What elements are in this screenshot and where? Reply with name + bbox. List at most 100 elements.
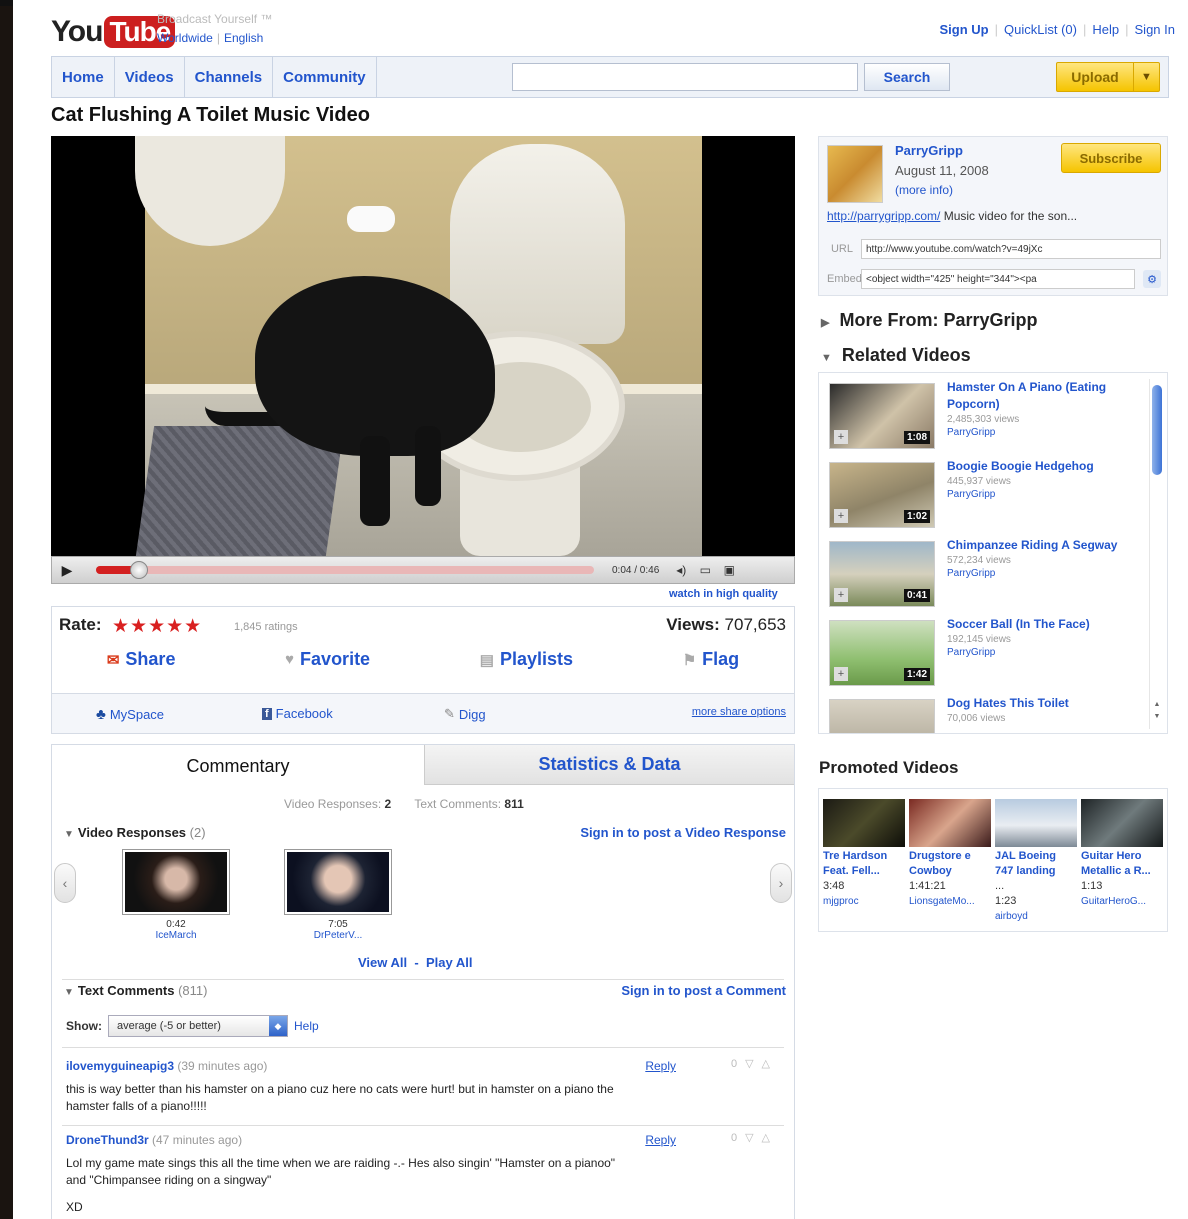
related-thumbnail[interactable] [829, 699, 935, 733]
search-button[interactable]: Search [864, 63, 950, 91]
scroll-up-icon[interactable]: ▲ [1152, 701, 1162, 708]
view-all-link[interactable]: View All [358, 955, 407, 970]
scrollbar-thumb[interactable] [1152, 385, 1162, 475]
add-icon[interactable]: + [834, 509, 848, 523]
nav-tab-channels[interactable]: Channels [185, 57, 274, 97]
share-button[interactable]: ✉ Share [107, 649, 176, 670]
related-video-user[interactable]: ParryGripp [947, 646, 1147, 659]
promoted-title-line1[interactable]: Drugstore e [909, 849, 991, 864]
flag-button[interactable]: ⚑ Flag [683, 649, 739, 670]
nav-tab-community[interactable]: Community [273, 57, 376, 97]
reply-link[interactable]: Reply [645, 1059, 676, 1073]
comment-author[interactable]: ilovemyguineapig3 [66, 1059, 174, 1073]
quicklist-link[interactable]: QuickList (0) [1004, 22, 1077, 37]
digg-share[interactable]: ✎ Digg [444, 706, 486, 722]
embed-input[interactable]: <object width="425" height="344"><pa [861, 269, 1135, 289]
promoted-title-line2[interactable]: Feat. Fell... [823, 864, 905, 879]
related-video-item[interactable]: Dog Hates This Toilet 70,006 views [829, 695, 1149, 733]
related-video-title[interactable]: Soccer Ball (In The Face) [947, 617, 1090, 631]
post-comment-link[interactable]: Sign in to post a Comment [621, 983, 786, 998]
related-video-item[interactable]: +0:41 Chimpanzee Riding A Segway 572,234 … [829, 537, 1149, 609]
related-video-user[interactable]: ParryGripp [947, 567, 1147, 580]
related-video-item[interactable]: +1:42 Soccer Ball (In The Face) 192,145 v… [829, 616, 1149, 688]
comment-filter-select[interactable]: average (-5 or better) ◆ [108, 1015, 288, 1037]
high-quality-link[interactable]: watch in high quality [669, 588, 778, 600]
url-input[interactable]: http://www.youtube.com/watch?v=49jXc [861, 239, 1161, 259]
related-video-title[interactable]: Hamster On A Piano (Eating Popcorn) [947, 380, 1106, 411]
related-video-item[interactable]: +1:08 Hamster On A Piano (Eating Popcorn… [829, 379, 1149, 451]
sign-in-link[interactable]: Sign In [1135, 22, 1175, 37]
related-video-title[interactable]: Dog Hates This Toilet [947, 696, 1069, 710]
thumbs-down-icon[interactable]: ▽ [745, 1057, 753, 1070]
promoted-user[interactable]: GuitarHeroG... [1081, 894, 1163, 909]
upload-button[interactable]: Upload ▼ [1056, 62, 1160, 92]
related-video-title[interactable]: Boogie Boogie Hedgehog [947, 459, 1094, 473]
promoted-video-item[interactable]: Tre Hardson Feat. Fell... 3:48 mjgproc [823, 799, 905, 909]
promoted-thumbnail[interactable] [1081, 799, 1163, 847]
play-all-link[interactable]: Play All [426, 955, 472, 970]
video-responses-header[interactable]: ▼ Video Responses (2) [64, 825, 206, 840]
promoted-thumbnail[interactable] [823, 799, 905, 847]
promoted-thumbnail[interactable] [995, 799, 1077, 847]
more-info-link[interactable]: (more info) [895, 183, 953, 197]
related-videos-header[interactable]: ▼ Related Videos [821, 345, 971, 366]
promoted-title-line1[interactable]: JAL Boeing [995, 849, 1077, 864]
myspace-share[interactable]: ♣ MySpace [96, 706, 164, 723]
related-scrollbar[interactable]: ▲ ▼ [1149, 379, 1163, 729]
more-from-header[interactable]: ▶ More From: ParryGripp [821, 310, 1038, 331]
thumbs-up-icon[interactable]: △ [762, 1057, 770, 1070]
thumbs-down-icon[interactable]: ▽ [745, 1131, 753, 1144]
sign-up-link[interactable]: Sign Up [940, 22, 989, 37]
chevron-right-icon[interactable]: › [770, 863, 792, 903]
promoted-title-line2[interactable]: 747 landing [995, 864, 1077, 879]
related-thumbnail[interactable]: +1:02 [829, 462, 935, 528]
response-user[interactable]: IceMarch [122, 930, 230, 941]
add-icon[interactable]: + [834, 588, 848, 602]
related-video-user[interactable]: ParryGripp [947, 488, 1147, 501]
description-link[interactable]: http://parrygripp.com/ [827, 209, 940, 223]
promoted-user[interactable]: mjgproc [823, 894, 905, 909]
nav-tab-videos[interactable]: Videos [115, 57, 185, 97]
facebook-share[interactable]: f Facebook [262, 706, 333, 721]
fullscreen-icon[interactable]: ▣ [717, 563, 741, 577]
gear-icon[interactable]: ⚙ [1143, 270, 1161, 288]
nav-tab-home[interactable]: Home [52, 57, 115, 97]
related-video-item[interactable]: +1:02 Boogie Boogie Hedgehog 445,937 view… [829, 458, 1149, 530]
related-thumbnail[interactable]: +1:42 [829, 620, 935, 686]
response-thumbnail[interactable] [284, 849, 392, 915]
related-video-title[interactable]: Chimpanzee Riding A Segway [947, 538, 1117, 552]
playlists-button[interactable]: ▤ Playlists [480, 649, 573, 670]
channel-name[interactable]: ParryGripp [895, 143, 963, 158]
add-icon[interactable]: + [834, 667, 848, 681]
promoted-title-line2[interactable]: Metallic a R... [1081, 864, 1163, 879]
add-icon[interactable]: + [834, 430, 848, 444]
related-video-user[interactable]: ParryGripp [947, 426, 1147, 439]
seek-handle[interactable] [130, 561, 149, 579]
volume-icon[interactable]: ◂) [669, 563, 693, 577]
star-rating[interactable]: ★★★★★ [112, 615, 202, 638]
video-response-item[interactable]: 0:42 IceMarch [122, 849, 230, 941]
seek-bar[interactable] [96, 561, 594, 579]
response-user[interactable]: DrPeterV... [284, 930, 392, 941]
response-thumbnail[interactable] [122, 849, 230, 915]
search-input[interactable] [512, 63, 858, 91]
worldwide-link[interactable]: Worldwide [157, 31, 213, 45]
comment-author[interactable]: DroneThund3r [66, 1133, 149, 1147]
promoted-video-item[interactable]: Guitar Hero Metallic a R... 1:13 GuitarH… [1081, 799, 1163, 909]
text-comments-header[interactable]: ▼ Text Comments (811) [64, 983, 207, 998]
scroll-down-icon[interactable]: ▼ [1152, 713, 1162, 720]
language-link[interactable]: English [224, 31, 263, 45]
chevron-down-icon[interactable]: ▼ [1133, 63, 1159, 91]
related-thumbnail[interactable]: +1:08 [829, 383, 935, 449]
thumbs-up-icon[interactable]: △ [762, 1131, 770, 1144]
promoted-video-item[interactable]: JAL Boeing 747 landing ... 1:23 airboyd [995, 799, 1077, 924]
promoted-video-item[interactable]: Drugstore e Cowboy 1:41:21 LionsgateMo..… [909, 799, 991, 909]
video-player[interactable] [51, 136, 795, 556]
popout-icon[interactable]: ▭ [693, 563, 717, 577]
promoted-user[interactable]: LionsgateMo... [909, 894, 991, 909]
tab-statistics[interactable]: Statistics & Data [424, 745, 794, 785]
promoted-title-line1[interactable]: Guitar Hero [1081, 849, 1163, 864]
play-icon[interactable]: ▶ [52, 557, 82, 583]
promoted-thumbnail[interactable] [909, 799, 991, 847]
favorite-button[interactable]: ♥ Favorite [285, 649, 370, 670]
